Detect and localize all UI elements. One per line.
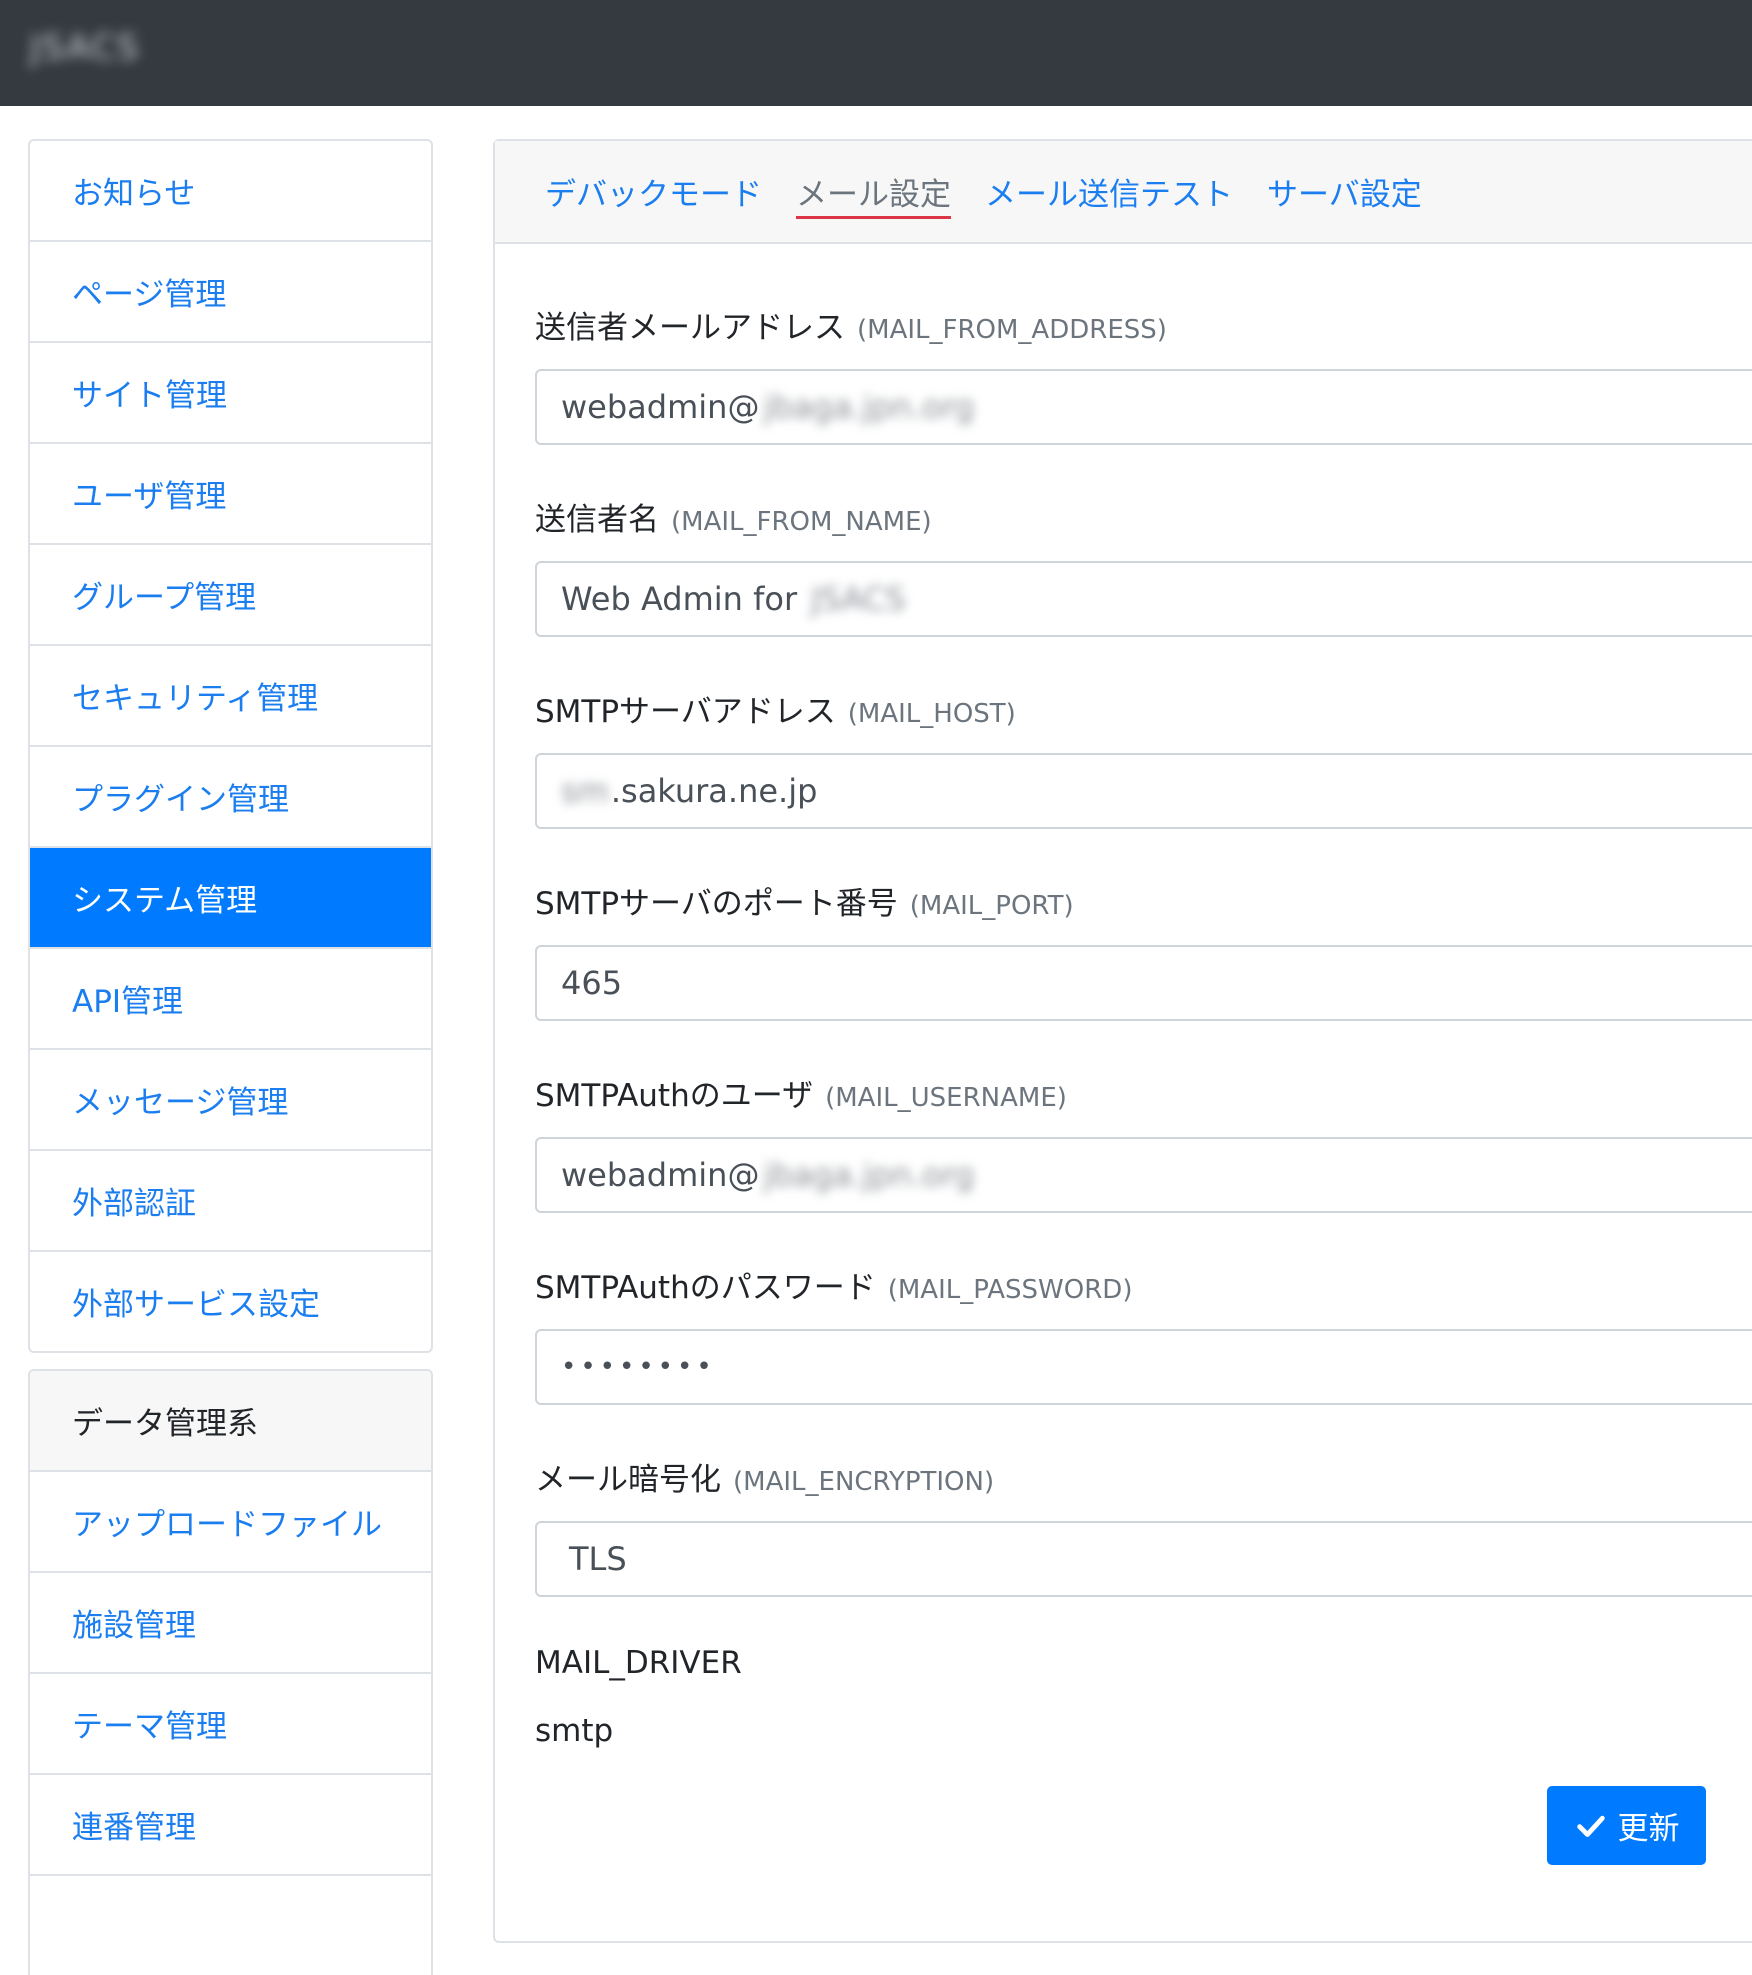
encryption-code: (MAIL_ENCRYPTION) [733, 1467, 995, 1497]
from-address-value: webadmin@ [561, 388, 760, 426]
username-label: SMTPAuthのユーザ [535, 1078, 814, 1114]
sidebar-menu: お知らせ ページ管理 サイト管理 ユーザ管理 グループ管理 セキュリティ管理 プ… [28, 139, 433, 1353]
from-name-value: Web Admin for [561, 580, 798, 618]
redacted-username-domain: jbaga.jpn.org [763, 1156, 975, 1194]
tab-mail-send-test[interactable]: メール送信テスト [985, 169, 1233, 214]
sidebar-section-heading: データ管理系 [30, 1371, 431, 1470]
sidebar-item-uploads[interactable]: アップロードファイル [30, 1470, 431, 1571]
top-navbar: JSACS [0, 0, 1752, 106]
password-code: (MAIL_PASSWORD) [887, 1275, 1133, 1305]
sidebar-item-pages[interactable]: ページ管理 [30, 240, 431, 341]
port-code: (MAIL_PORT) [909, 891, 1074, 921]
tab-server-settings[interactable]: サーバ設定 [1267, 169, 1422, 214]
encryption-select[interactable]: TLS [535, 1521, 1752, 1597]
mail-settings-form: 送信者メールアドレス (MAIL_FROM_ADDRESS) webadmin@… [495, 299, 1752, 1749]
from-address-code: (MAIL_FROM_ADDRESS) [857, 315, 1167, 345]
from-address-label: 送信者メールアドレス [535, 310, 845, 346]
password-input[interactable]: •••••••• [535, 1329, 1752, 1405]
settings-tabs: デバックモード メール設定 メール送信テスト サーバ設定 [495, 141, 1752, 244]
username-value: webadmin@ [561, 1156, 760, 1194]
from-name-input[interactable]: Web Admin for JSACS [535, 561, 1752, 637]
update-button[interactable]: 更新 [1547, 1786, 1706, 1865]
from-name-code: (MAIL_FROM_NAME) [671, 507, 932, 537]
sidebar-data-menu: データ管理系 アップロードファイル 施設管理 テーマ管理 連番管理 [28, 1369, 433, 1975]
sidebar-item-more[interactable] [30, 1874, 431, 1975]
password-value: •••••••• [561, 1352, 716, 1382]
host-code: (MAIL_HOST) [847, 699, 1016, 729]
host-input[interactable]: sm .sakura.ne.jp [535, 753, 1752, 829]
sidebar-item-system[interactable]: システム管理 [30, 846, 431, 947]
tab-mail-settings[interactable]: メール設定 [796, 169, 951, 219]
tab-debug-mode[interactable]: デバックモード [545, 169, 762, 214]
field-from-address: 送信者メールアドレス (MAIL_FROM_ADDRESS) webadmin@… [535, 299, 1752, 445]
host-label: SMTPサーバアドレス [535, 694, 836, 730]
driver-label: MAIL_DRIVER [535, 1645, 742, 1681]
sidebar-item-messages[interactable]: メッセージ管理 [30, 1048, 431, 1149]
field-username: SMTPAuthのユーザ (MAIL_USERNAME) webadmin@ j… [535, 1067, 1752, 1213]
from-name-label: 送信者名 [535, 502, 659, 538]
field-password: SMTPAuthのパスワード (MAIL_PASSWORD) •••••••• [535, 1259, 1752, 1405]
field-driver: MAIL_DRIVER smtp [535, 1645, 1752, 1749]
sidebar-item-facilities[interactable]: 施設管理 [30, 1571, 431, 1672]
encryption-value: TLS [569, 1540, 627, 1578]
sidebar-item-plugins[interactable]: プラグイン管理 [30, 745, 431, 846]
sidebar-item-api[interactable]: API管理 [30, 947, 431, 1048]
password-label: SMTPAuthのパスワード [535, 1270, 876, 1306]
host-value: .sakura.ne.jp [610, 772, 818, 810]
sidebar-item-site[interactable]: サイト管理 [30, 341, 431, 442]
username-input[interactable]: webadmin@ jbaga.jpn.org [535, 1137, 1752, 1213]
port-input[interactable]: 465 [535, 945, 1752, 1021]
sidebar-item-themes[interactable]: テーマ管理 [30, 1672, 431, 1773]
redacted-domain: jbaga.jpn.org [763, 388, 975, 426]
check-icon [1576, 1815, 1605, 1837]
field-encryption: メール暗号化 (MAIL_ENCRYPTION) TLS [535, 1451, 1752, 1597]
brand-logo[interactable]: JSACS [30, 28, 140, 68]
from-address-input[interactable]: webadmin@ jbaga.jpn.org [535, 369, 1752, 445]
redacted-host: sm [561, 772, 609, 810]
encryption-label: メール暗号化 [535, 1462, 721, 1498]
sidebar-item-external-services[interactable]: 外部サービス設定 [30, 1250, 431, 1351]
sidebar-item-numbering[interactable]: 連番管理 [30, 1773, 431, 1874]
redacted-name: JSACS [811, 580, 906, 618]
field-port: SMTPサーバのポート番号 (MAIL_PORT) 465 [535, 875, 1752, 1021]
sidebar-item-security[interactable]: セキュリティ管理 [30, 644, 431, 745]
sidebar-item-users[interactable]: ユーザ管理 [30, 442, 431, 543]
username-code: (MAIL_USERNAME) [825, 1083, 1067, 1113]
sidebar-item-notices[interactable]: お知らせ [30, 141, 431, 240]
sidebar-item-groups[interactable]: グループ管理 [30, 543, 431, 644]
port-value: 465 [561, 964, 623, 1002]
update-button-label: 更新 [1617, 1811, 1680, 1846]
sidebar-item-external-auth[interactable]: 外部認証 [30, 1149, 431, 1250]
sidebar: お知らせ ページ管理 サイト管理 ユーザ管理 グループ管理 セキュリティ管理 プ… [28, 139, 433, 1975]
port-label: SMTPサーバのポート番号 [535, 886, 898, 922]
mail-settings-card: デバックモード メール設定 メール送信テスト サーバ設定 送信者メールアドレス … [493, 139, 1752, 1943]
field-from-name: 送信者名 (MAIL_FROM_NAME) Web Admin for JSAC… [535, 491, 1752, 637]
field-host: SMTPサーバアドレス (MAIL_HOST) sm .sakura.ne.jp [535, 683, 1752, 829]
driver-value: smtp [535, 1713, 614, 1749]
